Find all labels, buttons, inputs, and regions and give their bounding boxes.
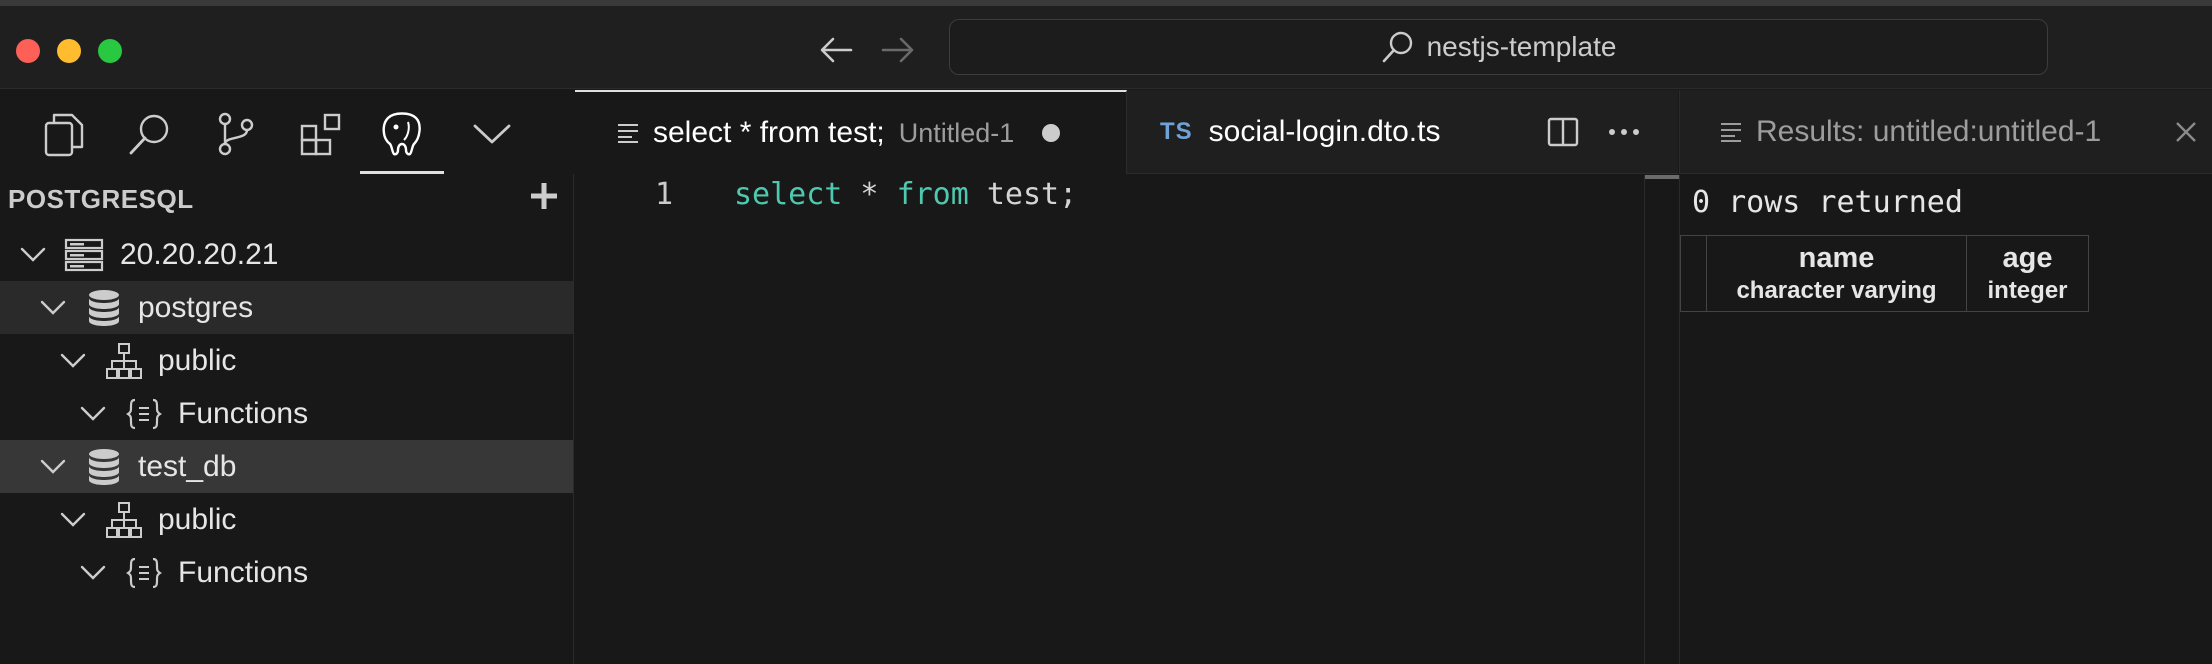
chevron-down-icon <box>58 346 88 376</box>
tab-title: select * from test; <box>653 116 885 149</box>
code-editor[interactable]: 1 select * from test; <box>575 175 1679 664</box>
code-identifier: test; <box>968 177 1078 212</box>
typescript-file-icon: TS <box>1160 118 1193 145</box>
explorer-button[interactable] <box>38 108 90 160</box>
unsaved-dot-icon[interactable] <box>1042 124 1061 142</box>
code-operator: * <box>842 177 897 212</box>
title-bar: nestjs-template <box>0 0 2212 89</box>
command-center-search[interactable]: nestjs-template <box>949 19 2048 75</box>
add-connection-button[interactable] <box>524 176 564 216</box>
source-control-icon <box>218 112 254 156</box>
column-header-name[interactable]: name character varying <box>1706 235 1967 312</box>
go-back-button[interactable] <box>814 28 858 72</box>
keyword-select: select <box>734 177 843 212</box>
chevron-down-icon <box>58 505 88 535</box>
split-editor-icon <box>1547 117 1579 147</box>
column-type: character varying <box>1736 277 1937 304</box>
function-braces-icon <box>124 394 164 434</box>
tree-item-label: postgres <box>138 290 254 324</box>
editor-tab-bar: select * from test; Untitled-1 TS social… <box>575 90 1678 174</box>
text-lines-icon <box>1721 123 1741 142</box>
chevron-down-icon <box>38 452 68 482</box>
line-number: 1 <box>655 177 674 212</box>
chevron-down-icon <box>38 293 68 323</box>
schema-hierarchy-icon <box>104 341 144 381</box>
tree-item-label: Functions <box>178 555 309 589</box>
tree-item-label: 20.20.20.21 <box>120 237 279 271</box>
title-bar-edge <box>0 0 2212 6</box>
postgresql-explorer-button[interactable] <box>376 108 428 160</box>
tree-item-functions[interactable]: Functions <box>0 387 573 440</box>
minimize-window-button[interactable] <box>57 39 81 63</box>
chevron-down-icon <box>78 558 108 588</box>
scrollbar-thumb[interactable] <box>1645 175 1679 179</box>
search-icon <box>1382 31 1412 63</box>
column-type: integer <box>1987 277 2068 304</box>
sidebar-title: POSTGRESQL <box>8 184 194 214</box>
table-header-row: name character varying age integer <box>1680 235 2089 312</box>
tree-item-label: test_db <box>138 449 237 483</box>
server-icon <box>64 235 104 275</box>
tree-item-server[interactable]: 20.20.20.21 <box>0 228 573 281</box>
activity-bar <box>0 90 574 174</box>
query-results-panel: 0 rows returned name character varying a… <box>1679 175 2212 664</box>
tree-item-schema-public[interactable]: public <box>0 493 573 546</box>
chevron-down-icon <box>78 399 108 429</box>
function-braces-icon <box>124 553 164 593</box>
plus-icon <box>531 183 557 209</box>
column-name: age <box>2002 242 2053 274</box>
database-icon <box>84 447 124 487</box>
search-text: nestjs-template <box>1426 31 1617 62</box>
search-icon <box>129 114 169 155</box>
tree-item-database-test-db[interactable]: test_db <box>0 440 573 493</box>
extensions-icon <box>300 113 341 156</box>
source-control-button[interactable] <box>210 108 262 160</box>
schema-hierarchy-icon <box>104 500 144 540</box>
tab-title: social-login.dto.ts <box>1208 115 1441 148</box>
tab-results[interactable]: Results: untitled:untitled-1 <box>1680 90 2212 174</box>
tree-item-schema-public[interactable]: public <box>0 334 573 387</box>
extensions-button[interactable] <box>296 108 348 160</box>
tree-item-label: public <box>158 502 237 536</box>
zoom-window-button[interactable] <box>98 39 122 63</box>
results-table: name character varying age integer <box>1680 235 2089 312</box>
tab-social-login-dto[interactable]: TS social-login.dto.ts <box>1128 90 1488 174</box>
tree-item-label: public <box>158 343 237 377</box>
sidebar: POSTGRESQL 20.20.20.21 postgres public F… <box>0 174 574 664</box>
tree-item-database-postgres[interactable]: postgres <box>0 281 573 334</box>
tree-item-functions[interactable]: Functions <box>0 546 573 599</box>
arrow-right-icon <box>881 37 914 63</box>
chevron-down-icon <box>473 124 511 144</box>
column-name: name <box>1798 242 1875 274</box>
tab-title: Results: untitled:untitled-1 <box>1756 115 2102 148</box>
close-results-tab-button[interactable] <box>2164 110 2208 154</box>
tree-item-label: Functions <box>178 396 309 430</box>
elephant-icon <box>382 112 421 156</box>
ellipsis-icon <box>1609 129 1639 135</box>
search-view-button[interactable] <box>124 108 176 160</box>
editor-scrollbar[interactable] <box>1644 175 1679 664</box>
go-forward-button[interactable] <box>876 28 920 72</box>
arrow-left-icon <box>820 37 853 63</box>
chevron-down-icon <box>18 240 48 270</box>
tab-untitled-1[interactable]: select * from test; Untitled-1 <box>575 90 1127 174</box>
tab-description: Untitled-1 <box>898 117 1015 148</box>
results-tab-bar: Results: untitled:untitled-1 <box>1679 90 2212 174</box>
row-count: 0 rows returned <box>1692 185 1963 220</box>
files-icon <box>44 113 84 157</box>
column-header-age[interactable]: age integer <box>1966 235 2089 312</box>
close-window-button[interactable] <box>16 39 40 63</box>
more-views-button[interactable] <box>466 108 518 160</box>
more-actions-button[interactable] <box>1602 110 1646 154</box>
code-line[interactable]: select * from test; <box>734 177 1077 212</box>
split-editor-button[interactable] <box>1541 110 1585 154</box>
text-lines-icon <box>618 124 638 143</box>
close-icon <box>2176 122 2196 142</box>
keyword-from: from <box>896 177 969 212</box>
row-index-header <box>1680 235 1707 312</box>
database-icon <box>84 288 124 328</box>
